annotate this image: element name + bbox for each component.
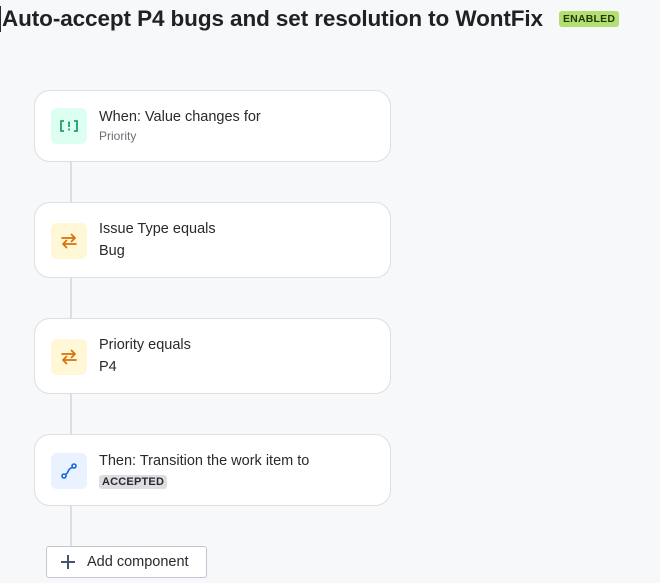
condition-value: P4 — [99, 359, 117, 375]
compare-icon — [51, 223, 87, 259]
rule-title[interactable]: Auto-accept P4 bugs and set resolution t… — [2, 6, 543, 32]
connector-line — [70, 505, 72, 547]
condition-title: Issue Type equals — [99, 221, 216, 237]
action-card[interactable]: Then: Transition the work item to ACCEPT… — [34, 434, 391, 506]
condition-title: Priority equals — [99, 337, 191, 353]
connector-line — [70, 393, 72, 435]
action-title: Then: Transition the work item to — [99, 453, 310, 469]
connector-line — [70, 277, 72, 319]
trigger-card[interactable]: When: Value changes for Priority — [34, 90, 391, 162]
title-row: Auto-accept P4 bugs and set resolution t… — [0, 4, 660, 34]
trigger-field: Priority — [99, 129, 137, 143]
add-component-button[interactable]: Add component — [46, 546, 207, 578]
status-lozenge: ACCEPTED — [99, 475, 168, 489]
plus-icon — [61, 555, 75, 569]
transition-icon — [51, 453, 87, 489]
trigger-title: When: Value changes for — [99, 109, 261, 125]
condition-card-priority[interactable]: Priority equals P4 — [34, 318, 391, 394]
compare-icon — [51, 339, 87, 375]
add-component-label: Add component — [87, 554, 189, 570]
trigger-icon — [51, 108, 87, 144]
condition-value: Bug — [99, 243, 125, 259]
status-badge: ENABLED — [558, 11, 620, 27]
text-cursor — [0, 6, 1, 32]
condition-card-issue-type[interactable]: Issue Type equals Bug — [34, 202, 391, 278]
connector-line — [70, 161, 72, 203]
automation-rule-page: Auto-accept P4 bugs and set resolution t… — [0, 0, 660, 583]
